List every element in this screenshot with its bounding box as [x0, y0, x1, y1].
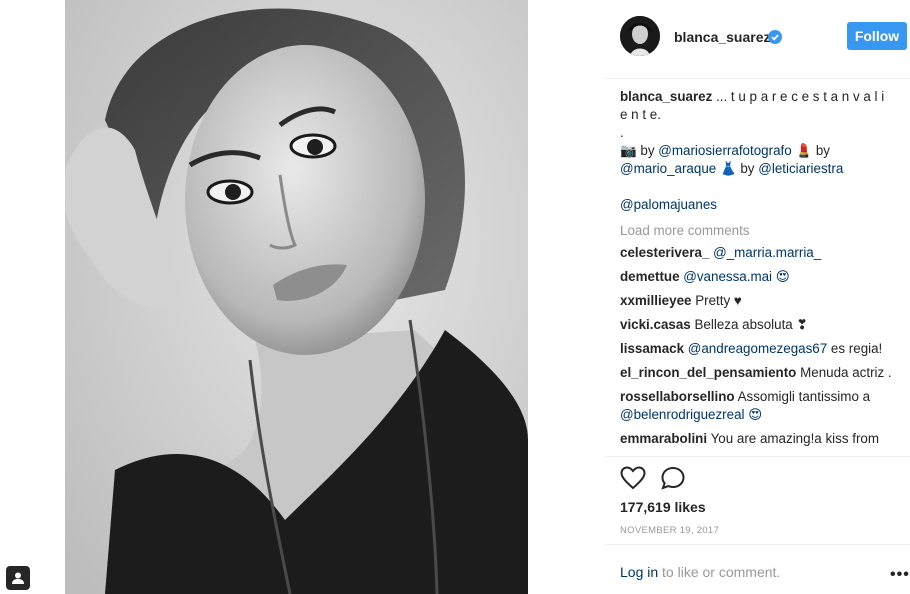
login-prompt-text: to like or comment.: [658, 564, 781, 580]
comment: xxmillieyee Pretty ♥: [620, 292, 900, 310]
comment-text[interactable]: @_marria.marria_: [713, 245, 821, 260]
follow-button[interactable]: Follow: [847, 22, 907, 50]
caption-credit-line-1: 📷 by @mariosierrafotografo 💄 by: [620, 142, 900, 160]
caption: blanca_suarez ... t u p a r e c e s t a …: [620, 88, 900, 106]
comment-text: Assomigli tantissimo a: [737, 389, 871, 404]
comment-text: You are amazing!a kiss from: [710, 431, 880, 446]
load-more-comments[interactable]: Load more comments: [620, 222, 900, 240]
credit-makeup: 💄 by: [795, 143, 830, 158]
comment-text: Menuda actriz .: [800, 365, 892, 380]
likes-count[interactable]: 177,619 likes: [620, 499, 706, 515]
heart-icon[interactable]: [620, 466, 646, 490]
comment-icon[interactable]: [660, 466, 686, 490]
avatar[interactable]: [620, 16, 660, 56]
comment: el_rincon_del_pensamiento Menuda actriz …: [620, 364, 900, 382]
more-options-icon[interactable]: •••: [890, 566, 910, 584]
comment-username[interactable]: lissamack: [620, 341, 684, 356]
comment-username[interactable]: celesterivera_: [620, 245, 709, 260]
credit-dress: 👗 by: [719, 161, 755, 176]
comment-text: Belleza absoluta ❣: [694, 317, 808, 332]
portrait-image: [65, 0, 528, 594]
comment-username[interactable]: emmarabolini: [620, 431, 707, 446]
comment-text: es regia!: [830, 341, 883, 356]
mention-link[interactable]: @palomajuanes: [620, 197, 717, 212]
credit-camera: 📷 by: [620, 143, 655, 158]
caption-credit-line-3: @palomajuanes: [620, 196, 900, 214]
post-photo[interactable]: [65, 0, 528, 594]
comment-mention[interactable]: @belenrodriguezreal 😍: [620, 407, 762, 422]
comment-username[interactable]: demettue: [620, 269, 680, 284]
comment: rossellaborsellino Assomigli tantissimo …: [620, 388, 900, 424]
comment: celesterivera_ @_marria.marria_: [620, 244, 900, 262]
caption-text-3: .: [620, 125, 624, 140]
caption-credit-line-2: @mario_araque 👗 by @leticiariestra: [620, 160, 900, 178]
post-header: blanca_suarez Follow: [604, 0, 910, 79]
post-username[interactable]: blanca_suarez: [674, 29, 771, 45]
comment-mention[interactable]: @andreagomezegas67: [688, 341, 827, 356]
mention-link[interactable]: @leticiariestra: [758, 161, 843, 176]
verified-badge-icon: [768, 30, 782, 44]
comment: demettue @vanessa.mai 😍: [620, 268, 900, 286]
left-gutter: [0, 0, 65, 594]
comment-username[interactable]: xxmillieyee: [620, 293, 691, 308]
post-date: NOVEMBER 19, 2017: [620, 525, 720, 536]
comment-text[interactable]: @vanessa.mai 😍: [683, 269, 789, 284]
mention-link[interactable]: @mariosierrafotografo: [658, 143, 791, 158]
login-divider: [604, 544, 910, 545]
comment-username[interactable]: vicki.casas: [620, 317, 691, 332]
comment-text: Pretty ♥: [695, 293, 742, 308]
caption-text-2: e n t e.: [620, 107, 661, 122]
mention-link[interactable]: @mario_araque: [620, 161, 716, 176]
comment: emmarabolini You are amazing!a kiss from: [620, 430, 900, 448]
caption-username[interactable]: blanca_suarez: [620, 89, 712, 104]
user-tag-icon[interactable]: [6, 566, 30, 590]
comments-section: blanca_suarez ... t u p a r e c e s t a …: [620, 88, 900, 454]
comment-username[interactable]: el_rincon_del_pensamiento: [620, 365, 796, 380]
caption-text-1: ... t u p a r e c e s t a n v a l i: [716, 89, 885, 104]
login-link[interactable]: Log in: [620, 564, 658, 580]
comment-username[interactable]: rossellaborsellino: [620, 389, 735, 404]
actions-divider: [604, 456, 910, 457]
post-sidebar: blanca_suarez Follow blanca_suarez ... t…: [604, 0, 910, 594]
comment: lissamack @andreagomezegas67 es regia!: [620, 340, 900, 358]
comment: vicki.casas Belleza absoluta ❣: [620, 316, 900, 334]
login-prompt: Log in to like or comment.: [620, 564, 780, 580]
